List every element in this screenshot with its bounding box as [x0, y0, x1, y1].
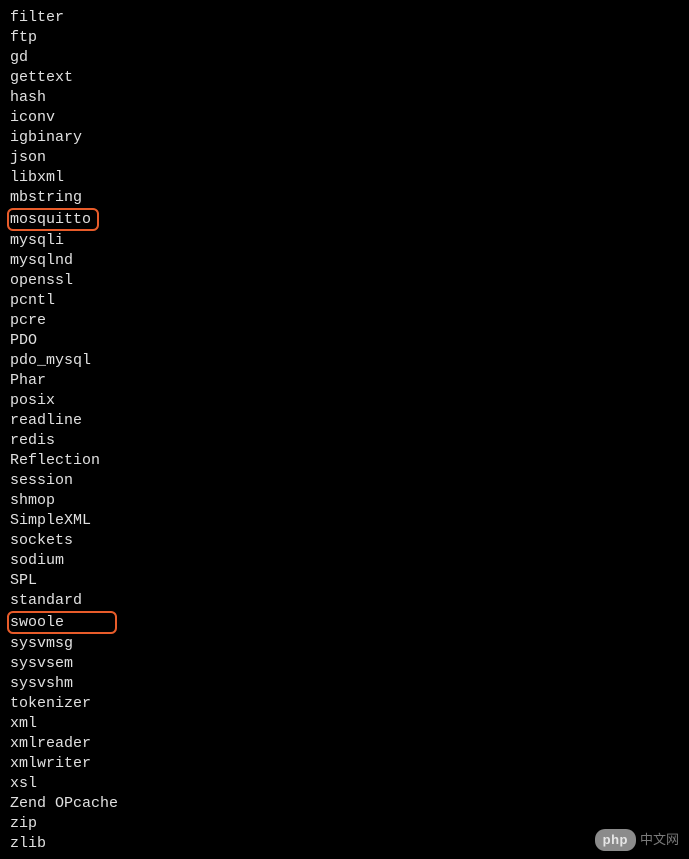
module-name: mbstring — [10, 189, 82, 206]
module-name: SimpleXML — [10, 512, 91, 529]
module-item: standard — [10, 591, 679, 611]
module-name: SPL — [10, 572, 37, 589]
highlight-annotation: mosquitto — [7, 208, 99, 231]
module-name: session — [10, 472, 73, 489]
module-item: redis — [10, 431, 679, 451]
module-name: xmlreader — [10, 735, 91, 752]
module-name: pcre — [10, 312, 46, 329]
module-name: pcntl — [10, 292, 55, 309]
php-modules-list: filter ftp gd gettext hash iconv igbinary json l… — [10, 8, 679, 854]
module-name: libxml — [10, 169, 64, 186]
module-name: mysqli — [10, 232, 64, 249]
module-name: json — [10, 149, 46, 166]
module-item: zlib — [10, 834, 679, 854]
module-item: gettext — [10, 68, 679, 88]
module-name: openssl — [10, 272, 73, 289]
watermark: php 中文网 — [595, 829, 679, 851]
module-name: gettext — [10, 69, 73, 86]
module-name: posix — [10, 392, 55, 409]
module-item: zip — [10, 814, 679, 834]
module-name: Phar — [10, 372, 46, 389]
module-item: xmlwriter — [10, 754, 679, 774]
module-name: sysvmsg — [10, 635, 73, 652]
module-item: gd — [10, 48, 679, 68]
module-item: mysqlnd — [10, 251, 679, 271]
module-name: Reflection — [10, 452, 100, 469]
module-item: sysvmsg — [10, 634, 679, 654]
module-item: pcre — [10, 311, 679, 331]
module-name: Zend OPcache — [10, 795, 118, 812]
module-item: readline — [10, 411, 679, 431]
module-name: sodium — [10, 552, 64, 569]
module-name: hash — [10, 89, 46, 106]
module-item: ftp — [10, 28, 679, 48]
module-item: mbstring — [10, 188, 679, 208]
watermark-pill: php — [595, 829, 636, 851]
module-name: mysqlnd — [10, 252, 73, 269]
module-name: iconv — [10, 109, 55, 126]
module-item: Phar — [10, 371, 679, 391]
module-name: igbinary — [10, 129, 82, 146]
module-name: zlib — [10, 835, 46, 852]
module-item: session — [10, 471, 679, 491]
module-name: pdo_mysql — [10, 352, 91, 369]
module-name: sysvsem — [10, 655, 73, 672]
module-item: tokenizer — [10, 694, 679, 714]
module-item: libxml — [10, 168, 679, 188]
module-item: igbinary — [10, 128, 679, 148]
module-item: SimpleXML — [10, 511, 679, 531]
module-name: sockets — [10, 532, 73, 549]
module-item: sysvsem — [10, 654, 679, 674]
module-item: SPL — [10, 571, 679, 591]
module-item: pcntl — [10, 291, 679, 311]
module-name: redis — [10, 432, 55, 449]
module-name: readline — [10, 412, 82, 429]
module-item: sysvshm — [10, 674, 679, 694]
module-name: swoole — [10, 614, 64, 631]
module-item: sodium — [10, 551, 679, 571]
module-name: mosquitto — [10, 211, 91, 228]
module-item: filter — [10, 8, 679, 28]
module-name: gd — [10, 49, 28, 66]
module-item: iconv — [10, 108, 679, 128]
module-item: Reflection — [10, 451, 679, 471]
module-item: mysqli — [10, 231, 679, 251]
module-item: Zend OPcache — [10, 794, 679, 814]
module-name: filter — [10, 9, 64, 26]
module-name: shmop — [10, 492, 55, 509]
module-item: sockets — [10, 531, 679, 551]
module-item: pdo_mysql — [10, 351, 679, 371]
module-item: hash — [10, 88, 679, 108]
highlight-annotation: swoole — [7, 611, 117, 634]
module-item: PDO — [10, 331, 679, 351]
module-item: swoole — [10, 611, 679, 634]
module-name: tokenizer — [10, 695, 91, 712]
module-item: xmlreader — [10, 734, 679, 754]
module-name: xsl — [10, 775, 37, 792]
module-item: shmop — [10, 491, 679, 511]
module-item: posix — [10, 391, 679, 411]
module-name: zip — [10, 815, 37, 832]
module-item: mosquitto — [10, 208, 679, 231]
module-name: xml — [10, 715, 37, 732]
module-item: openssl — [10, 271, 679, 291]
module-item: json — [10, 148, 679, 168]
module-name: PDO — [10, 332, 37, 349]
module-name: ftp — [10, 29, 37, 46]
module-name: sysvshm — [10, 675, 73, 692]
module-item: xml — [10, 714, 679, 734]
watermark-text: 中文网 — [640, 830, 679, 850]
module-name: xmlwriter — [10, 755, 91, 772]
module-item: xsl — [10, 774, 679, 794]
module-name: standard — [10, 592, 82, 609]
